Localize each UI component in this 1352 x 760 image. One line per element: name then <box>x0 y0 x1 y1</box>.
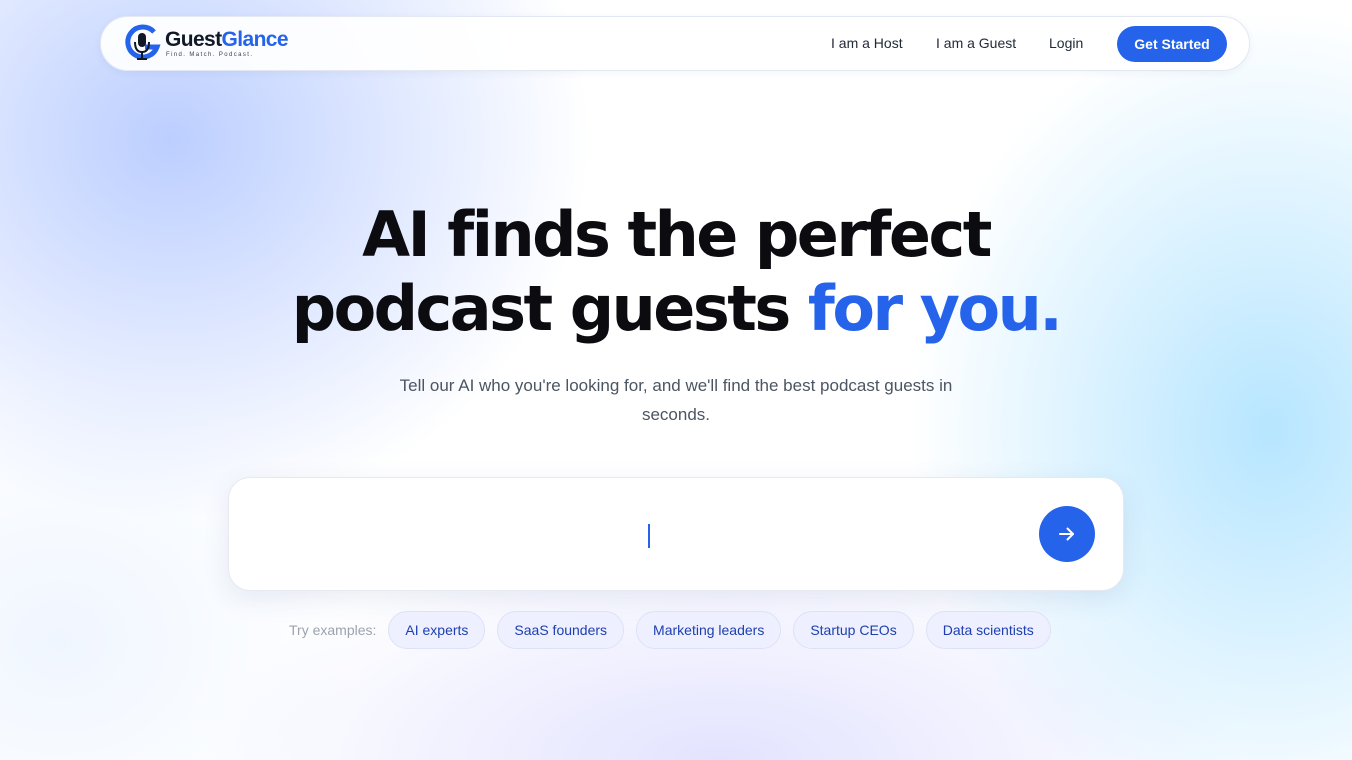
brand-tagline: Find. Match. Podcast. <box>166 51 254 58</box>
text-caret <box>648 524 650 548</box>
search-box <box>228 477 1124 591</box>
hero-title-highlight: for you. <box>807 272 1063 345</box>
example-chip-startup-ceos[interactable]: Startup CEOs <box>793 611 914 649</box>
brand-wordmark: GuestGlance Find. Match. Podcast. <box>165 27 289 58</box>
hero-title-line1: AI finds the perfect <box>362 198 992 271</box>
top-navbar: GuestGlance Find. Match. Podcast. I am a… <box>100 16 1250 71</box>
search-input[interactable] <box>259 515 1043 557</box>
nav-link-host[interactable]: I am a Host <box>831 35 903 51</box>
brand-name: GuestGlance <box>165 27 289 51</box>
examples-label: Try examples: <box>289 622 377 638</box>
search-submit-button[interactable] <box>1039 506 1095 562</box>
microphone-g-icon <box>125 24 161 60</box>
hero-subtitle: Tell our AI who you're looking for, and … <box>399 376 953 424</box>
arrow-right-icon <box>1059 527 1074 541</box>
example-queries: Try examples: AI experts SaaS founders M… <box>289 611 1063 649</box>
example-chip-saas-founders[interactable]: SaaS founders <box>497 611 625 649</box>
brand-logo[interactable]: GuestGlance Find. Match. Podcast. <box>123 21 289 65</box>
nav-link-guest[interactable]: I am a Guest <box>936 35 1016 51</box>
nav-link-login[interactable]: Login <box>1049 35 1083 51</box>
hero-title: AI finds the perfect podcast guests for … <box>0 198 1352 346</box>
example-chip-marketing-leaders[interactable]: Marketing leaders <box>636 611 782 649</box>
example-chip-ai-experts[interactable]: AI experts <box>388 611 486 649</box>
hero-title-line2: podcast guests <box>291 272 792 345</box>
get-started-button[interactable]: Get Started <box>1117 26 1227 62</box>
example-chip-data-scientists[interactable]: Data scientists <box>925 611 1051 649</box>
